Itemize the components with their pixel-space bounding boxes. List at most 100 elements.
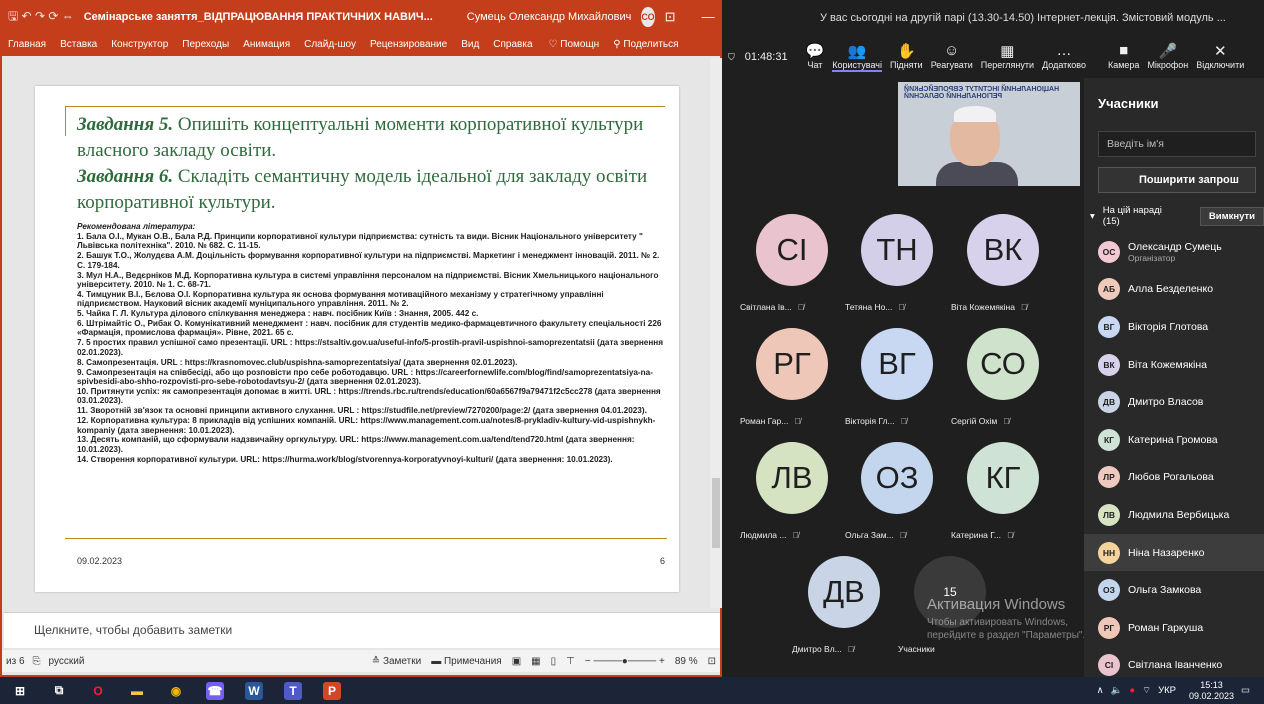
share-button[interactable]: ⚲ Поделиться	[613, 39, 678, 50]
toolbar-label: Мікрофон	[1147, 60, 1189, 70]
tab-transitions[interactable]: Переходы	[182, 39, 229, 50]
list-item[interactable]: ВГ Вікторія Глотова	[1084, 308, 1264, 346]
participant-name: Ольга Зам... 🎙̸	[845, 530, 949, 540]
participant-tile[interactable]: ВК Віта Кожемякіна 🎙̸	[951, 214, 1055, 312]
opera-icon[interactable]: O	[89, 682, 107, 700]
toolbar-people-button[interactable]: 👥 Користувачі	[832, 42, 882, 72]
tab-design[interactable]: Конструктор	[111, 39, 168, 50]
share-invite-button[interactable]: Поширити запрош	[1098, 167, 1256, 193]
list-item[interactable]: ЛВ Людмила Вербицька	[1084, 496, 1264, 534]
toolbar-camera-button[interactable]: ■ Камера	[1108, 42, 1139, 72]
slideshow-view-icon[interactable]: ⊤	[566, 656, 575, 667]
file-explorer-icon[interactable]: ▬	[128, 682, 146, 700]
notifications-icon[interactable]: ▭	[1241, 685, 1250, 696]
tab-help[interactable]: Справка	[493, 39, 532, 50]
notes-toggle[interactable]: ≙ Заметки	[372, 656, 421, 667]
list-item[interactable]: ДВ Дмитро Власов	[1084, 383, 1264, 421]
participant-tile[interactable]: СО Сергій Охім 🎙̸	[951, 328, 1055, 426]
clock-date: 09.02.2023	[1188, 690, 1235, 701]
tab-home[interactable]: Главная	[8, 39, 46, 50]
account-name[interactable]: Сумець Олександр Михайлович	[467, 11, 632, 23]
participant-tile[interactable]: ВГ Вікторія Гл... 🎙̸	[845, 328, 949, 426]
participant-tile[interactable]: ОЗ Ольга Зам... 🎙̸	[845, 442, 949, 540]
list-item[interactable]: ОЗ Ольга Замкова	[1084, 571, 1264, 609]
list-item[interactable]: АБ Алла Безделенко	[1084, 271, 1264, 309]
tab-slideshow[interactable]: Слайд-шоу	[304, 39, 356, 50]
spellcheck-icon[interactable]: ⎘	[33, 656, 41, 667]
section-header[interactable]: ▾ На цій нараді (15) Вимкнути	[1084, 205, 1264, 227]
powerpoint-icon[interactable]: P	[323, 681, 341, 700]
toolbar-mic-button[interactable]: 🎤 Мікрофон	[1147, 42, 1188, 72]
notes-icon: ≙	[371, 655, 383, 667]
ribbon-display-icon[interactable]: ⊡	[665, 9, 676, 25]
fit-slide-icon[interactable]: ⊡	[708, 656, 716, 667]
reference-item: 6. Штрімайтіс О., Рибак О. Комунікативни…	[77, 319, 662, 338]
participant-tile[interactable]: РГ Роман Гар... 🎙̸	[740, 328, 844, 426]
quick-access-toolbar[interactable]: 🖫 ↶ ↷ ⟳ ⇔	[8, 7, 74, 28]
mute-all-button[interactable]: Вимкнути	[1199, 206, 1264, 226]
task-6-text[interactable]: Завдання 6. Складіть семантичну модель і…	[77, 164, 677, 216]
avatar[interactable]: СО	[641, 7, 655, 27]
toolbar-label: Підняти	[889, 60, 923, 70]
normal-view-icon[interactable]: ▣	[512, 656, 521, 667]
comment-icon: ▬	[431, 655, 444, 667]
list-item[interactable]: ОС Олександр Сумець Організатор	[1084, 233, 1264, 271]
task-view-icon[interactable]: ⧉	[50, 682, 68, 700]
chrome-icon[interactable]: ◉	[167, 682, 185, 700]
participant-role: Організатор	[1128, 252, 1176, 263]
slide-canvas[interactable]: Завдання 5. Опишіть концептуальні момент…	[35, 86, 679, 592]
list-item[interactable]: ВК Віта Кожемякіна	[1084, 346, 1264, 384]
task-5-text[interactable]: Завдання 5. Опишіть концептуальні момент…	[77, 112, 677, 164]
tab-insert[interactable]: Вставка	[60, 39, 97, 50]
participant-tile[interactable]: ЛВ Людмила ... 🎙̸	[740, 442, 844, 540]
slide-number: 6	[659, 556, 665, 566]
comments-toggle[interactable]: ▬ Примечания	[431, 656, 502, 667]
clock[interactable]: 15:13 09.02.2023	[1189, 680, 1234, 702]
search-input[interactable]: Введіть ім'я	[1098, 131, 1256, 157]
references-list[interactable]: Рекомендована література: 1. Бала О.І., …	[77, 222, 667, 465]
activation-watermark-title: Активация Windows	[927, 596, 1066, 613]
toolbar-more-button[interactable]: … Додатково	[1042, 42, 1086, 72]
list-item[interactable]: КГ Катерина Громова	[1084, 421, 1264, 459]
participant-tile[interactable]: СІ Світлана Ів... 🎙̸	[740, 214, 844, 312]
word-icon[interactable]: W	[245, 681, 263, 700]
list-item[interactable]: ЛР Любов Рогальова	[1084, 459, 1264, 497]
toolbar-chat-button[interactable]: 💬 Чат	[806, 42, 825, 72]
chevron-up-icon[interactable]: ∧	[1097, 685, 1104, 696]
opera-tray-icon[interactable]: ●	[1129, 685, 1135, 696]
avatar: ВК	[1098, 353, 1120, 376]
toolbar-label: Додатково	[1042, 60, 1086, 70]
minimize-icon[interactable]: —	[702, 9, 715, 25]
vertical-scrollbar[interactable]	[710, 58, 722, 608]
participant-tile[interactable]: ДВ Дмитро Вл... 🎙̸	[792, 556, 896, 654]
zoom-level[interactable]: 89 %	[675, 656, 698, 667]
toolbar-raise-hand-button[interactable]: ✋ Підняти	[890, 42, 923, 72]
speaker-hair	[954, 106, 996, 122]
list-item[interactable]: НН Ніна Назаренко	[1084, 533, 1264, 572]
reading-view-icon[interactable]: ▯	[551, 656, 557, 667]
react-icon: ☺	[944, 42, 960, 59]
windows-start-icon[interactable]: ⊞	[11, 682, 29, 700]
language-indicator[interactable]: УКР	[1158, 685, 1176, 696]
teams-icon[interactable]: T	[284, 681, 302, 700]
tab-animations[interactable]: Анимация	[243, 39, 290, 50]
toolbar-react-button[interactable]: ☺ Реагувати	[931, 42, 973, 72]
scrollbar-thumb[interactable]	[712, 478, 720, 548]
tab-view[interactable]: Вид	[461, 39, 479, 50]
reference-item: 10. Притянути успіх: як самопрезентація …	[77, 386, 661, 406]
tab-review[interactable]: Рецензирование	[370, 39, 447, 50]
participant-tile[interactable]: ТН Тетяна Но... 🎙̸	[845, 214, 949, 312]
slide-sorter-icon[interactable]: ▦	[531, 656, 540, 667]
language-indicator[interactable]: русский	[49, 656, 85, 667]
network-icon[interactable]: ⌔	[1142, 685, 1151, 696]
volume-icon[interactable]: 🔈	[1111, 685, 1123, 696]
list-item[interactable]: РГ Роман Гаркуша	[1084, 609, 1264, 647]
toolbar-leave-button[interactable]: ✕ Відключити	[1196, 42, 1244, 72]
viber-icon[interactable]: ☎	[206, 681, 224, 700]
participant-tile[interactable]: КГ Катерина Г... 🎙̸	[951, 442, 1055, 540]
notes-pane[interactable]: Щелкните, чтобы добавить заметки	[4, 612, 720, 648]
active-speaker-video[interactable]: НАЦІОНАЛЬНИЙ ІНСТИТУТ ЄВРОПЕЙСЬКИЙ РЕГІО…	[898, 82, 1080, 186]
zoom-slider[interactable]: − ────●──── +	[585, 656, 665, 667]
tell-me-search[interactable]: ♡ Помощн	[549, 39, 600, 50]
toolbar-view-button[interactable]: ▦ Переглянути	[981, 42, 1034, 72]
